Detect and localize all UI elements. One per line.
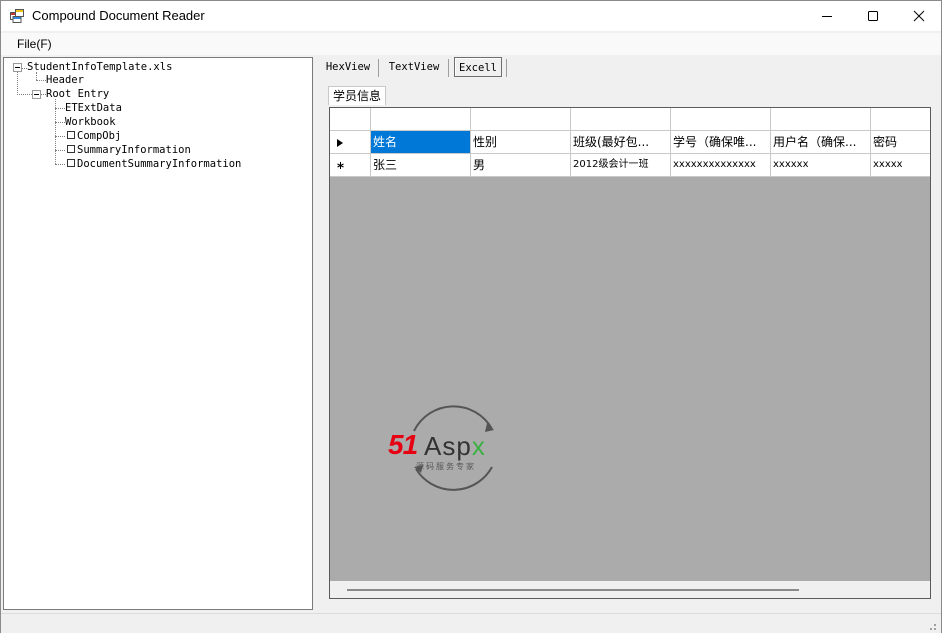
close-button[interactable]: [896, 1, 942, 31]
tree-connector: [55, 150, 65, 151]
tree-view[interactable]: StudentInfoTemplate.xls Header Root Entr…: [3, 57, 313, 610]
stream-box-icon: [67, 131, 75, 139]
tree-connector: [17, 72, 18, 95]
table-cell[interactable]: 男: [471, 154, 571, 177]
table-cell[interactable]: xxxxxxxxxxxxxx: [671, 154, 771, 177]
tree-node-documentsummaryinformation[interactable]: DocumentSummaryInformation: [77, 158, 241, 171]
table-cell[interactable]: 姓名: [371, 131, 471, 154]
row-header-new[interactable]: [330, 154, 371, 177]
grid-corner[interactable]: [330, 108, 371, 131]
status-bar: [1, 613, 941, 633]
row-header-current[interactable]: [330, 131, 371, 154]
new-row-asterisk-icon: [337, 162, 344, 169]
tree-connector: [55, 164, 65, 165]
tree-connector: [17, 94, 32, 95]
column-header[interactable]: [471, 108, 571, 131]
current-row-arrow-icon: [337, 139, 343, 147]
tree-connector: [55, 136, 65, 137]
close-icon: [913, 10, 925, 22]
tree-connector: [36, 72, 37, 80]
table-cell[interactable]: xxxxx: [871, 154, 930, 177]
main-window: Compound Document Reader File(F) Student…: [0, 0, 942, 633]
table-cell[interactable]: xxxxxx: [771, 154, 871, 177]
tree-node-compobj[interactable]: CompObj: [77, 130, 121, 143]
tree-node-header[interactable]: Header: [46, 74, 84, 87]
tree-connector: [55, 108, 65, 109]
table-cell[interactable]: 学号（确保唯...: [671, 131, 771, 154]
scrollbar-thumb[interactable]: [347, 589, 799, 591]
tab-separator: [378, 59, 379, 77]
tab-separator: [506, 59, 507, 77]
column-header[interactable]: [671, 108, 771, 131]
tree-node-etextdata[interactable]: ETExtData: [65, 102, 122, 115]
tab-separator: [448, 59, 449, 77]
table-cell[interactable]: 用户名（确保...: [771, 131, 871, 154]
title-bar: Compound Document Reader: [1, 1, 941, 31]
tab-textview[interactable]: TextView: [383, 57, 445, 77]
column-header[interactable]: [571, 108, 671, 131]
minimize-button[interactable]: [804, 1, 850, 31]
stream-box-icon: [67, 145, 75, 153]
tree-connector: [55, 122, 65, 123]
data-grid[interactable]: 姓名 性别 班级(最好包... 学号（确保唯... 用户名（确保... 密码 张…: [329, 107, 931, 599]
watermark-logo: 51 Aspx 源码服务专家: [386, 403, 516, 495]
horizontal-scrollbar[interactable]: [330, 581, 930, 598]
table-cell[interactable]: 密码: [871, 131, 930, 154]
collapse-root-entry-icon[interactable]: [32, 90, 41, 99]
column-header[interactable]: [771, 108, 871, 131]
tree-node-summaryinformation[interactable]: SummaryInformation: [77, 144, 191, 157]
tab-hexview[interactable]: HexView: [321, 57, 375, 77]
app-icon: [10, 9, 24, 23]
window-title: Compound Document Reader: [32, 8, 205, 23]
logo-tagline: 源码服务专家: [416, 462, 476, 471]
menu-file[interactable]: File(F): [17, 37, 52, 51]
maximize-icon: [868, 11, 878, 21]
table-cell[interactable]: 班级(最好包...: [571, 131, 671, 154]
maximize-button[interactable]: [850, 1, 896, 31]
tree-node-workbook[interactable]: Workbook: [65, 116, 116, 129]
column-header[interactable]: [371, 108, 471, 131]
tab-excell[interactable]: Excell: [454, 57, 502, 77]
table-cell[interactable]: 2012级会计一班: [571, 154, 671, 177]
logo-text-51: 51: [388, 429, 418, 460]
tree-node-root[interactable]: StudentInfoTemplate.xls: [27, 61, 172, 74]
column-header[interactable]: [871, 108, 930, 131]
tree-connector: [36, 80, 46, 81]
collapse-root-icon[interactable]: [13, 63, 22, 72]
menu-bar: File(F): [1, 33, 941, 55]
resize-grip-icon[interactable]: [925, 619, 937, 631]
stream-box-icon: [67, 159, 75, 167]
logo-text-aspx: Aspx: [424, 431, 486, 461]
table-cell[interactable]: 性别: [471, 131, 571, 154]
minimize-icon: [822, 16, 832, 17]
table-cell[interactable]: 张三: [371, 154, 471, 177]
sheet-tab-student-info[interactable]: 学员信息: [328, 86, 387, 105]
